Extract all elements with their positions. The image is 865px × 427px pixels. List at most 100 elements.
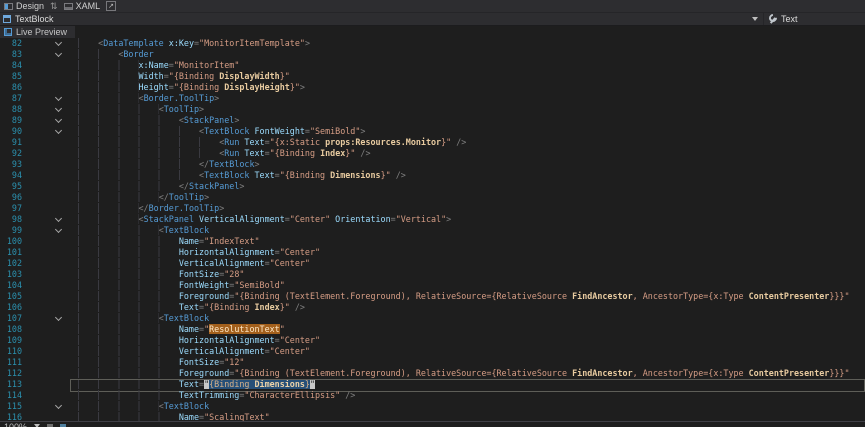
code-line[interactable]: 99 <TextBlock <box>0 225 865 236</box>
line-number[interactable]: 98 <box>0 214 26 225</box>
code-line[interactable]: 92 <Run Text="{Binding Index}" /> <box>0 148 865 159</box>
line-number[interactable]: 88 <box>0 104 26 115</box>
code-line[interactable]: 110 VerticalAlignment="Center" <box>0 346 865 357</box>
code-line[interactable]: 84 x:Name="MonitorItem" <box>0 60 865 71</box>
code-line[interactable]: 106 Text="{Binding Index}" /> <box>0 302 865 313</box>
line-number[interactable]: 105 <box>0 291 26 302</box>
code-token: Border <box>123 49 153 59</box>
code-token: </ <box>199 159 209 169</box>
code-line[interactable]: 103 FontSize="28" <box>0 269 865 280</box>
code-line[interactable]: 104 FontWeight="SemiBold" <box>0 280 865 291</box>
fold-chevron-icon[interactable] <box>55 314 62 321</box>
fold-margin <box>26 82 66 93</box>
line-number[interactable]: 91 <box>0 137 26 148</box>
line-number[interactable]: 94 <box>0 170 26 181</box>
line-number[interactable]: 112 <box>0 368 26 379</box>
line-number[interactable]: 107 <box>0 313 26 324</box>
code-line[interactable]: 82 <DataTemplate x:Key="MonitorItemTempl… <box>0 38 865 49</box>
code-line[interactable]: 87 <Border.ToolTip> <box>0 93 865 104</box>
line-number[interactable]: 87 <box>0 93 26 104</box>
line-number[interactable]: 97 <box>0 203 26 214</box>
code-line[interactable]: 98 <StackPanel VerticalAlignment="Center… <box>0 214 865 225</box>
code-line[interactable]: 111 FontSize="12" <box>0 357 865 368</box>
code-line[interactable]: 96 </ToolTip> <box>0 192 865 203</box>
code-lines: 82 <DataTemplate x:Key="MonitorItemTempl… <box>0 38 865 423</box>
line-number[interactable]: 89 <box>0 115 26 126</box>
line-number[interactable]: 109 <box>0 335 26 346</box>
code-line[interactable]: 95 </StackPanel> <box>0 181 865 192</box>
code-line[interactable]: 97 </Border.ToolTip> <box>0 203 865 214</box>
fold-chevron-icon[interactable] <box>55 127 62 134</box>
line-number[interactable]: 113 <box>0 379 26 390</box>
fold-chevron-icon[interactable] <box>55 105 62 112</box>
line-number[interactable]: 96 <box>0 192 26 203</box>
code-token: /> <box>290 302 305 312</box>
popout-icon[interactable]: ↗ <box>106 1 116 11</box>
fold-chevron-icon[interactable] <box>55 402 62 409</box>
code-line[interactable]: 94 <TextBlock Text="{Binding Dimensions}… <box>0 170 865 181</box>
code-token: ContentPresenter <box>749 291 830 301</box>
fold-chevron-icon[interactable] <box>55 50 62 57</box>
code-editor[interactable]: 82 <DataTemplate x:Key="MonitorItemTempl… <box>0 38 865 427</box>
code-token <box>78 181 179 191</box>
code-token: "{Binding <box>270 148 320 158</box>
code-line[interactable]: 107 <TextBlock <box>0 313 865 324</box>
line-number[interactable]: 101 <box>0 247 26 258</box>
code-line[interactable]: 91 <Run Text="{x:Static props:Resources.… <box>0 137 865 148</box>
swap-panes-icon[interactable]: ⇅ <box>50 0 58 12</box>
line-number[interactable]: 90 <box>0 126 26 137</box>
code-line[interactable]: 88 <ToolTip> <box>0 104 865 115</box>
fold-chevron-icon[interactable] <box>55 116 62 123</box>
line-number[interactable]: 85 <box>0 71 26 82</box>
line-number[interactable]: 83 <box>0 49 26 60</box>
code-line[interactable]: 109 HorizontalAlignment="Center" <box>0 335 865 346</box>
line-number[interactable]: 114 <box>0 390 26 401</box>
fold-margin <box>26 258 66 269</box>
code-line[interactable]: 90 <TextBlock FontWeight="SemiBold"> <box>0 126 865 137</box>
line-number[interactable]: 99 <box>0 225 26 236</box>
line-number[interactable]: 108 <box>0 324 26 335</box>
code-token <box>78 313 159 323</box>
xaml-tab[interactable]: XAML <box>64 0 101 12</box>
code-line[interactable]: 105 Foreground="{Binding (TextElement.Fo… <box>0 291 865 302</box>
line-number[interactable]: 100 <box>0 236 26 247</box>
code-line[interactable]: 100 Name="IndexText" <box>0 236 865 247</box>
line-number[interactable]: 102 <box>0 258 26 269</box>
code-line[interactable]: 114 TextTrimming="CharacterEllipsis" /> <box>0 390 865 401</box>
line-number[interactable]: 115 <box>0 401 26 412</box>
code-line[interactable]: 83 <Border <box>0 49 865 60</box>
design-tab[interactable]: Design <box>4 0 44 12</box>
code-line[interactable]: 113 Text="{Binding Dimensions}" <box>0 379 865 390</box>
line-number[interactable]: 82 <box>0 38 26 49</box>
fold-chevron-icon[interactable] <box>55 94 62 101</box>
code-line[interactable]: 112 Foreground="{Binding (TextElement.Fo… <box>0 368 865 379</box>
line-number[interactable]: 111 <box>0 357 26 368</box>
line-number[interactable]: 106 <box>0 302 26 313</box>
code-line[interactable]: 86 Height="{Binding DisplayHeight}"> <box>0 82 865 93</box>
code-line[interactable]: 108 Name="ResolutionText" <box>0 324 865 335</box>
code-line[interactable]: 102 VerticalAlignment="Center" <box>0 258 865 269</box>
code-line[interactable]: 89 <StackPanel> <box>0 115 865 126</box>
code-line[interactable]: 93 </TextBlock> <box>0 159 865 170</box>
line-number[interactable]: 110 <box>0 346 26 357</box>
code-line[interactable]: 85 Width="{Binding DisplayWidth}" <box>0 71 865 82</box>
line-number[interactable]: 95 <box>0 181 26 192</box>
code-line[interactable]: 101 HorizontalAlignment="Center" <box>0 247 865 258</box>
fold-margin <box>26 225 66 236</box>
code-token: FontSize <box>179 269 219 279</box>
line-number[interactable]: 86 <box>0 82 26 93</box>
element-dropdown[interactable]: TextBlock <box>0 13 763 25</box>
line-number[interactable]: 92 <box>0 148 26 159</box>
line-number[interactable]: 84 <box>0 60 26 71</box>
code-line[interactable]: 115 <TextBlock <box>0 401 865 412</box>
line-number[interactable]: 93 <box>0 159 26 170</box>
line-number[interactable]: 104 <box>0 280 26 291</box>
fold-chevron-icon[interactable] <box>55 226 62 233</box>
line-number[interactable]: 103 <box>0 269 26 280</box>
live-preview-tab[interactable]: Live Preview <box>0 26 75 38</box>
fold-chevron-icon[interactable] <box>55 215 62 222</box>
member-dropdown[interactable]: Text <box>763 13 865 25</box>
code-token: TextBlock <box>164 313 209 323</box>
zoom-level[interactable]: 100% <box>4 423 27 427</box>
fold-chevron-icon[interactable] <box>55 39 62 46</box>
